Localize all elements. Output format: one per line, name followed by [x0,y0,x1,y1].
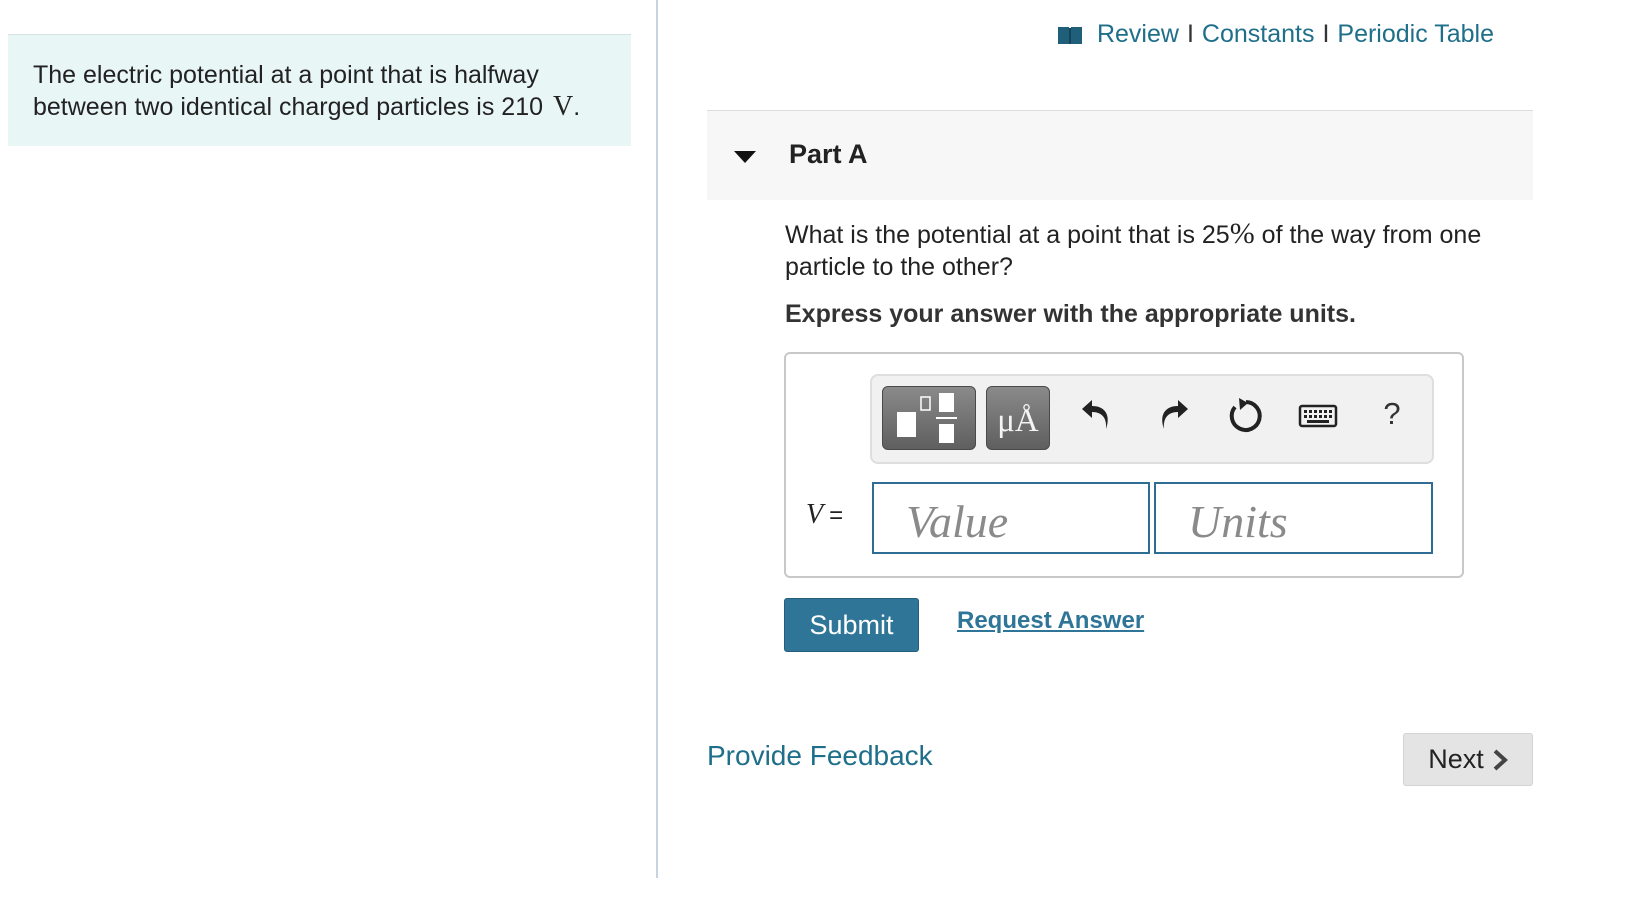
templates-icon [897,393,957,443]
variable-symbol: V [806,499,824,530]
variable-label: V = [806,499,843,531]
link-separator: I [1322,20,1330,48]
book-icon [1057,26,1082,44]
question-percent: % [1229,217,1255,250]
equals-sign: = [829,502,844,529]
question-text: What is the potential at a point that is… [785,218,1515,283]
next-button-label: Next [1428,744,1484,774]
part-a-header[interactable]: Part A [707,110,1533,200]
value-input[interactable] [872,482,1150,554]
provide-feedback-link[interactable]: Provide Feedback [707,740,933,772]
units-button[interactable]: μÅ [986,386,1050,450]
part-title: Part A [789,139,868,169]
answer-instruction: Express your answer with the appropriate… [785,300,1356,328]
templates-button[interactable] [882,386,976,450]
link-separator: I [1186,20,1194,48]
constants-link[interactable]: Constants [1202,20,1315,49]
problem-intro: The electric potential at a point that i… [8,34,631,146]
chevron-right-icon [1493,749,1508,770]
problem-intro-period: . [573,93,581,121]
help-button[interactable]: ? [1372,396,1412,432]
undo-icon[interactable] [1078,396,1118,436]
problem-intro-text: The electric potential at a point that i… [33,61,544,121]
problem-intro-unit: V [553,91,574,122]
redo-icon[interactable] [1152,396,1192,436]
units-button-label: μÅ [997,403,1039,439]
request-answer-link[interactable]: Request Answer [957,607,1144,635]
resource-links: Review I Constants I Periodic Table [1057,20,1494,49]
reset-icon[interactable] [1226,396,1266,436]
units-input[interactable] [1154,482,1433,554]
question-text-before: What is the potential at a point that is… [785,221,1230,249]
answer-box: μÅ ? V = [784,352,1464,578]
keyboard-icon[interactable] [1298,396,1338,436]
periodic-table-link[interactable]: Periodic Table [1337,20,1494,49]
next-button[interactable]: Next [1403,733,1533,786]
panel-divider [656,0,658,878]
submit-button[interactable]: Submit [784,598,919,652]
math-toolbar: μÅ ? [870,374,1434,464]
review-link[interactable]: Review [1097,20,1179,49]
collapse-caret-icon[interactable] [734,151,756,163]
